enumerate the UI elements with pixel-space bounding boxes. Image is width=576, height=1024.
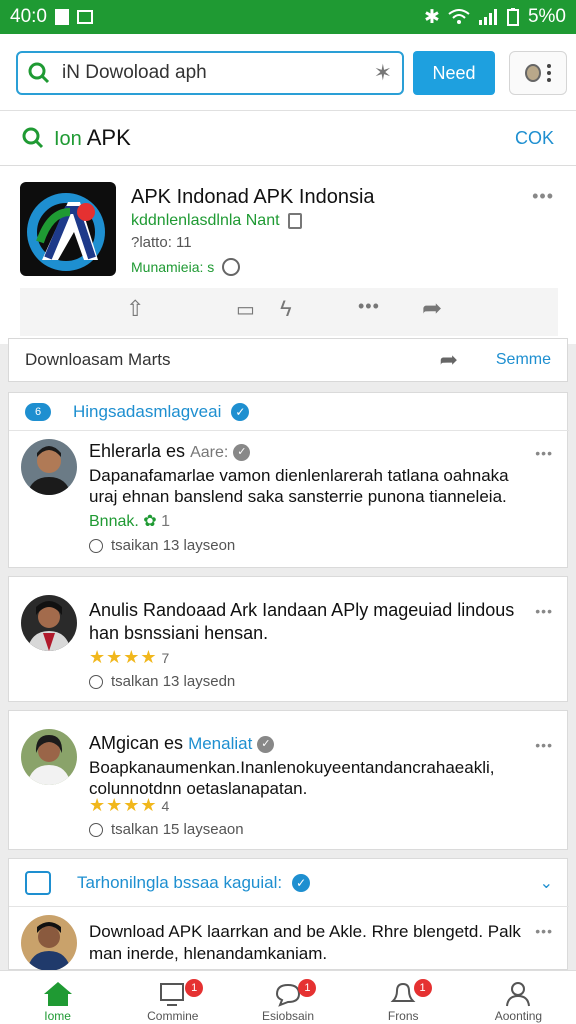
results-title: Ion APK bbox=[54, 125, 131, 150]
document-icon bbox=[25, 870, 51, 895]
notification-badge: 1 bbox=[413, 979, 432, 997]
more-icon bbox=[547, 64, 551, 82]
bell-icon bbox=[390, 982, 416, 1002]
app-category: Munamieia: s bbox=[131, 258, 241, 276]
section-card[interactable]: Tarhonilngla bssaa kaguial: ✓ ⌄ Download… bbox=[8, 858, 569, 971]
avatar[interactable] bbox=[21, 729, 77, 785]
avatar[interactable] bbox=[21, 915, 77, 971]
verified-header-label: Hingsadasmlagveai bbox=[73, 401, 222, 421]
star-rating: ★★★★ 7 bbox=[89, 647, 171, 667]
upload-icon[interactable]: ⇧ bbox=[126, 296, 144, 322]
flash-icon[interactable]: ϟ bbox=[280, 296, 292, 322]
avatar bbox=[525, 64, 541, 82]
reviewer-name: AMgican es Menaliat ✓ bbox=[89, 733, 275, 754]
ok-button[interactable]: COK bbox=[515, 128, 554, 149]
review-tag: Bnnak. ✿ 1 bbox=[89, 513, 171, 530]
search-icon bbox=[28, 62, 50, 84]
profile-menu-button[interactable] bbox=[509, 51, 567, 95]
app-card[interactable]: APK Indonad APK Indonsia ••• kddnlenlasd… bbox=[0, 166, 576, 344]
notification-badge: 1 bbox=[298, 979, 317, 997]
nav-feedback-label: Esiobsain bbox=[261, 1009, 315, 1023]
forward-icon[interactable]: ➦ bbox=[422, 294, 442, 323]
search-field[interactable]: ✶ bbox=[16, 51, 404, 95]
verified-badge-icon: ✓ bbox=[257, 735, 275, 753]
download-row[interactable]: Downloasam Marts ➦ Semme bbox=[8, 338, 568, 382]
signal-icon bbox=[478, 9, 497, 25]
verified-icon: ✓ bbox=[231, 402, 250, 421]
search-header: ✶ Need bbox=[0, 34, 576, 110]
avatar[interactable] bbox=[21, 439, 77, 495]
clock-icon bbox=[89, 674, 103, 689]
bluetooth-icon: ✱ bbox=[424, 6, 440, 28]
review-time: tsalkan 13 laysedn bbox=[89, 673, 235, 690]
review-text: Boapkanaumenkan.Inanlenokuyeentandancrah… bbox=[89, 758, 495, 798]
image-notification-icon bbox=[76, 10, 93, 24]
user-icon bbox=[506, 982, 531, 1007]
results-header: Ion APK COK bbox=[0, 110, 576, 166]
status-bar: 40:0 ✱ 5%0 bbox=[0, 0, 576, 34]
notification-badge: 1 bbox=[185, 979, 204, 997]
home-icon bbox=[43, 982, 72, 1006]
comment-icon[interactable]: ▭ bbox=[236, 297, 255, 322]
verified-header: 6 Hingsadasmlagveai ✓ bbox=[9, 393, 569, 431]
wifi-icon bbox=[448, 9, 470, 24]
nav-account-label: Aoonting bbox=[494, 1009, 543, 1023]
more-icon[interactable]: ••• bbox=[532, 186, 554, 207]
review-card[interactable]: 6 Hingsadasmlagveai ✓ Ehlerarla es Aare:… bbox=[8, 392, 569, 568]
search-input[interactable] bbox=[62, 62, 362, 84]
clear-icon[interactable]: ✶ bbox=[374, 60, 392, 86]
clock-icon bbox=[89, 538, 103, 553]
section-label: Tarhonilngla bssaa kaguial: bbox=[77, 872, 283, 892]
clock-icon bbox=[89, 822, 103, 837]
app-action-bar: ⇧ ▭ ϟ ••• ➦ bbox=[20, 288, 558, 336]
verified-icon: ✓ bbox=[292, 873, 311, 892]
see-more-link[interactable]: Semme bbox=[496, 351, 551, 369]
battery-icon bbox=[506, 8, 519, 26]
nav-feedback[interactable]: 1 Esiobsain bbox=[230, 971, 345, 1024]
avatar[interactable] bbox=[21, 595, 77, 651]
more-icon[interactable]: ••• bbox=[358, 296, 380, 317]
clock-text: 40:0 bbox=[10, 6, 47, 27]
nav-forum[interactable]: 1 Frons bbox=[346, 971, 461, 1024]
battery-percent: 5%0 bbox=[527, 6, 566, 27]
nav-account[interactable]: Aoonting bbox=[461, 971, 576, 1024]
review-card[interactable]: AMgican es Menaliat ✓ ••• Boapkanaumenka… bbox=[8, 710, 568, 850]
more-icon[interactable]: ••• bbox=[535, 445, 553, 461]
reviewer-name: Ehlerarla es Aare: ✓ bbox=[89, 441, 251, 462]
notification-icon bbox=[54, 9, 69, 25]
review-card[interactable]: Anulis Randoaad Ark Iandaan APly mageuia… bbox=[8, 576, 568, 702]
star-rating: ★★★★ 4 bbox=[89, 795, 171, 815]
nav-comments-label: Commine bbox=[147, 1009, 199, 1023]
more-icon[interactable]: ••• bbox=[535, 923, 553, 939]
review-time: tsaikan 13 layseon bbox=[89, 537, 235, 554]
plant-icon: ✿ bbox=[143, 513, 157, 530]
verified-badge-icon: ✓ bbox=[233, 443, 251, 461]
share-icon[interactable]: ➦ bbox=[439, 347, 457, 373]
monitor-icon bbox=[159, 983, 184, 1006]
app-title: APK Indonad APK Indonsia bbox=[131, 186, 375, 208]
review-text: Dapanafamarlae vamon dienlenlarerah tatl… bbox=[89, 466, 509, 506]
app-developer[interactable]: kddnlenlasdlnla Nant bbox=[131, 212, 302, 230]
nav-forum-label: Frons bbox=[387, 1009, 419, 1023]
chevron-down-icon[interactable]: ⌄ bbox=[540, 873, 553, 893]
app-meta: ?latto: 11 bbox=[131, 234, 192, 251]
review-text: Anulis Randoaad Ark Iandaan APly mageuia… bbox=[89, 600, 515, 643]
bottom-navigation: Iome 1 Commine 1 Esiobsain 1 Frons Aoont… bbox=[0, 970, 576, 1024]
verified-tag-icon: 6 bbox=[25, 402, 51, 421]
nav-home-label: Iome bbox=[44, 1009, 71, 1023]
search-icon bbox=[22, 127, 44, 149]
review-text: Download APK laarrkan and be Akle. Rhre … bbox=[89, 922, 521, 963]
download-label: Downloasam Marts bbox=[25, 350, 171, 369]
more-icon[interactable]: ••• bbox=[535, 737, 553, 753]
bookmark-icon bbox=[287, 213, 302, 229]
review-time: tsalkan 15 layseaon bbox=[89, 821, 244, 838]
info-icon bbox=[222, 258, 241, 276]
app-logo bbox=[20, 182, 116, 276]
nav-comments[interactable]: 1 Commine bbox=[115, 971, 230, 1024]
nav-home[interactable]: Iome bbox=[0, 971, 115, 1024]
need-button[interactable]: Need bbox=[413, 51, 495, 95]
more-icon[interactable]: ••• bbox=[535, 603, 553, 619]
section-header[interactable]: Tarhonilngla bssaa kaguial: ✓ ⌄ bbox=[9, 859, 569, 907]
